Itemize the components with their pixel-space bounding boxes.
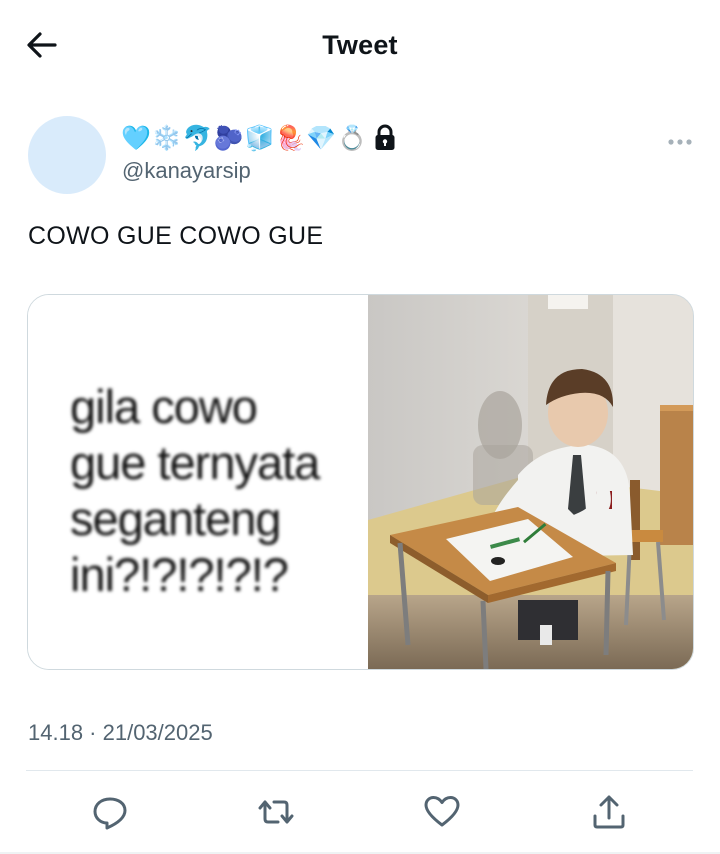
- divider: [26, 770, 693, 771]
- emoji-ring: 💍: [337, 124, 368, 152]
- avatar[interactable]: [28, 116, 106, 194]
- emoji-blueberries: 🫐: [213, 124, 244, 152]
- tweet-actions: [0, 786, 720, 838]
- user-handle[interactable]: @kanayarsip: [122, 158, 251, 184]
- media-caption-panel: gila cowo gue ternyata seganteng ini?!?!…: [28, 295, 368, 669]
- top-bar: Tweet: [0, 0, 720, 92]
- tweet-text: COWO GUE COWO GUE: [28, 222, 324, 250]
- media-caption: gila cowo gue ternyata seganteng ini?!?!…: [70, 379, 322, 603]
- share-icon[interactable]: [589, 792, 629, 832]
- emoji-gem: 💎: [306, 124, 337, 152]
- retweet-icon[interactable]: [256, 792, 296, 832]
- page-title: Tweet: [322, 30, 398, 60]
- like-icon[interactable]: [422, 792, 462, 832]
- display-name[interactable]: 🩵 ❄️ 🐬 🫐 🧊 🪼 💎 💍: [121, 122, 396, 154]
- emoji-jellyfish: 🪼: [275, 124, 306, 152]
- caption-line: gila cowo: [70, 380, 258, 433]
- caption-line: seganteng: [70, 492, 282, 545]
- media-photo: [368, 295, 693, 669]
- tweet-media[interactable]: gila cowo gue ternyata seganteng ini?!?!…: [27, 294, 694, 670]
- emoji-blue-heart: 🩵: [121, 124, 151, 152]
- emoji-snowflake: ❄️: [151, 124, 182, 152]
- more-options-icon[interactable]: [664, 132, 696, 152]
- photo-student-at-desk: [368, 295, 693, 669]
- caption-line: ini?!?!?!?!?: [70, 548, 289, 601]
- emoji-ice: 🧊: [244, 124, 275, 152]
- lock-icon: [375, 124, 395, 150]
- caption-line: gue ternyata: [70, 436, 320, 489]
- tweet-timestamp[interactable]: 14.18 · 21/03/2025: [28, 720, 213, 746]
- emoji-dolphin: 🐬: [182, 124, 213, 152]
- reply-icon[interactable]: [90, 792, 130, 832]
